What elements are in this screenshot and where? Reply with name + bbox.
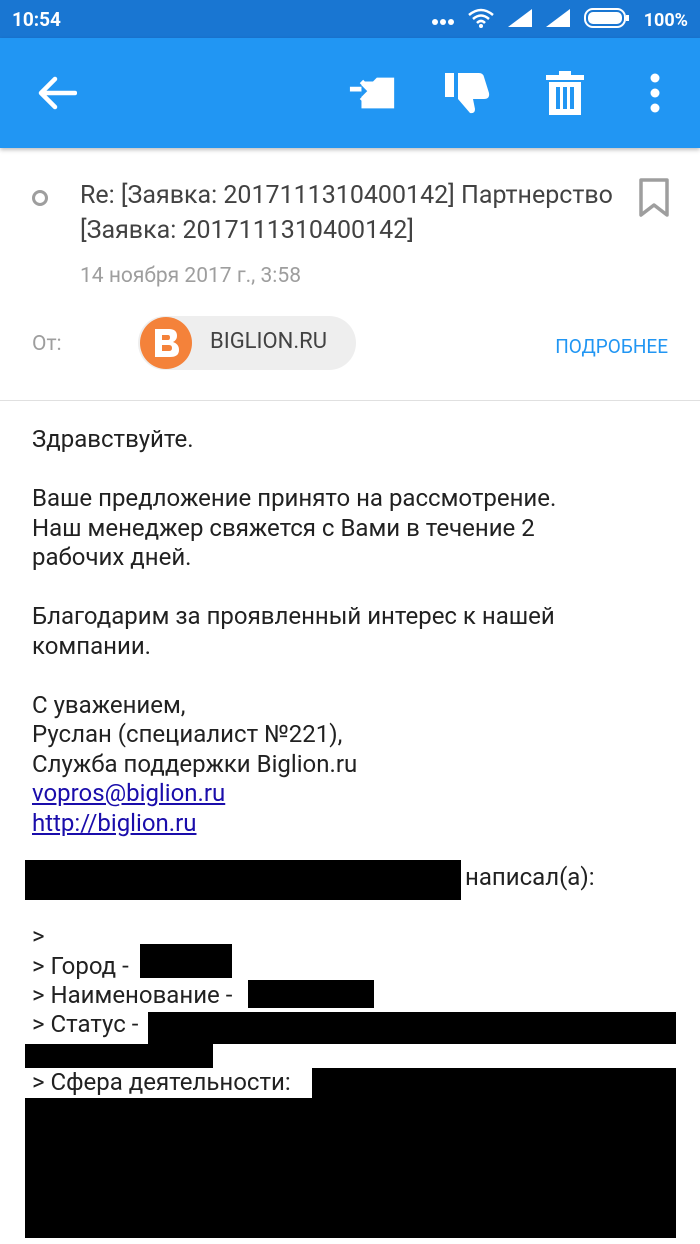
signature-line: Служба поддержки Biglion.ru bbox=[32, 749, 358, 778]
details-link[interactable]: ПОДРОБНЕЕ bbox=[555, 335, 668, 358]
unread-indicator-icon[interactable] bbox=[32, 190, 48, 206]
signal-icon bbox=[507, 9, 532, 32]
body-line: рабочих дней. bbox=[32, 543, 192, 571]
redaction-block bbox=[312, 1068, 676, 1100]
sender-name: BIGLION.RU bbox=[210, 329, 327, 354]
quoted-city: > Город - bbox=[32, 952, 129, 980]
quoted-sphere: > Сфера деятельности: bbox=[32, 1068, 291, 1096]
email-subject: Re: [Заявка: 2017111310400142] Партнерст… bbox=[80, 181, 613, 245]
status-bar: 10:54 100% bbox=[0, 0, 700, 38]
status-time: 10:54 bbox=[12, 8, 61, 31]
battery-icon bbox=[583, 8, 630, 33]
email-date: 14 ноября 2017 г., 3:58 bbox=[80, 264, 302, 288]
body-line: компании. bbox=[32, 631, 151, 660]
sender-chip[interactable]: BIGLION.RU bbox=[138, 316, 356, 370]
email-link[interactable]: vopros@biglion.ru bbox=[32, 779, 225, 807]
move-to-folder-icon[interactable] bbox=[348, 68, 398, 118]
app-bar bbox=[0, 38, 700, 148]
trash-icon[interactable] bbox=[540, 68, 590, 118]
quoted-wrote: написал(а): bbox=[465, 863, 595, 891]
status-icons: 100% bbox=[431, 8, 688, 33]
back-arrow-icon[interactable] bbox=[32, 68, 82, 118]
redaction-block bbox=[140, 944, 232, 978]
signal-icon bbox=[545, 9, 570, 32]
web-link[interactable]: http://biglion.ru bbox=[32, 809, 196, 837]
redaction-block bbox=[25, 1098, 676, 1238]
redaction-block bbox=[248, 980, 374, 1008]
body-line: Наш менеджер свяжется с Вами в течение 2 bbox=[32, 513, 535, 542]
biglion-logo-icon bbox=[155, 329, 179, 357]
quoted-status: > Статус - bbox=[32, 1010, 139, 1038]
body-line: Благодарим за проявленный интерес к наше… bbox=[32, 602, 555, 630]
more-dots-icon bbox=[431, 10, 454, 31]
signature-line: Руслан (специалист №221), bbox=[32, 720, 343, 748]
spam-thumbs-down-icon[interactable] bbox=[444, 68, 494, 118]
battery-percent: 100% bbox=[643, 10, 688, 31]
quoted-line: > bbox=[32, 922, 45, 950]
bookmark-icon[interactable] bbox=[638, 178, 670, 222]
signature-line: С уважением, bbox=[32, 690, 186, 719]
sender-avatar bbox=[140, 317, 192, 369]
body-line: Ваше предложение принято на рассмотрение… bbox=[32, 484, 557, 512]
redaction-block bbox=[25, 1044, 213, 1068]
wifi-icon bbox=[467, 8, 494, 33]
greeting: Здравствуйте. bbox=[32, 425, 194, 453]
redaction-block bbox=[25, 860, 461, 900]
overflow-menu-icon[interactable] bbox=[630, 68, 680, 118]
email-body: Здравствуйте. Ваше предложение принято н… bbox=[32, 425, 682, 838]
from-label: От: bbox=[32, 332, 62, 356]
redaction-block bbox=[148, 1012, 676, 1044]
quoted-name: > Наименование - bbox=[32, 981, 233, 1009]
